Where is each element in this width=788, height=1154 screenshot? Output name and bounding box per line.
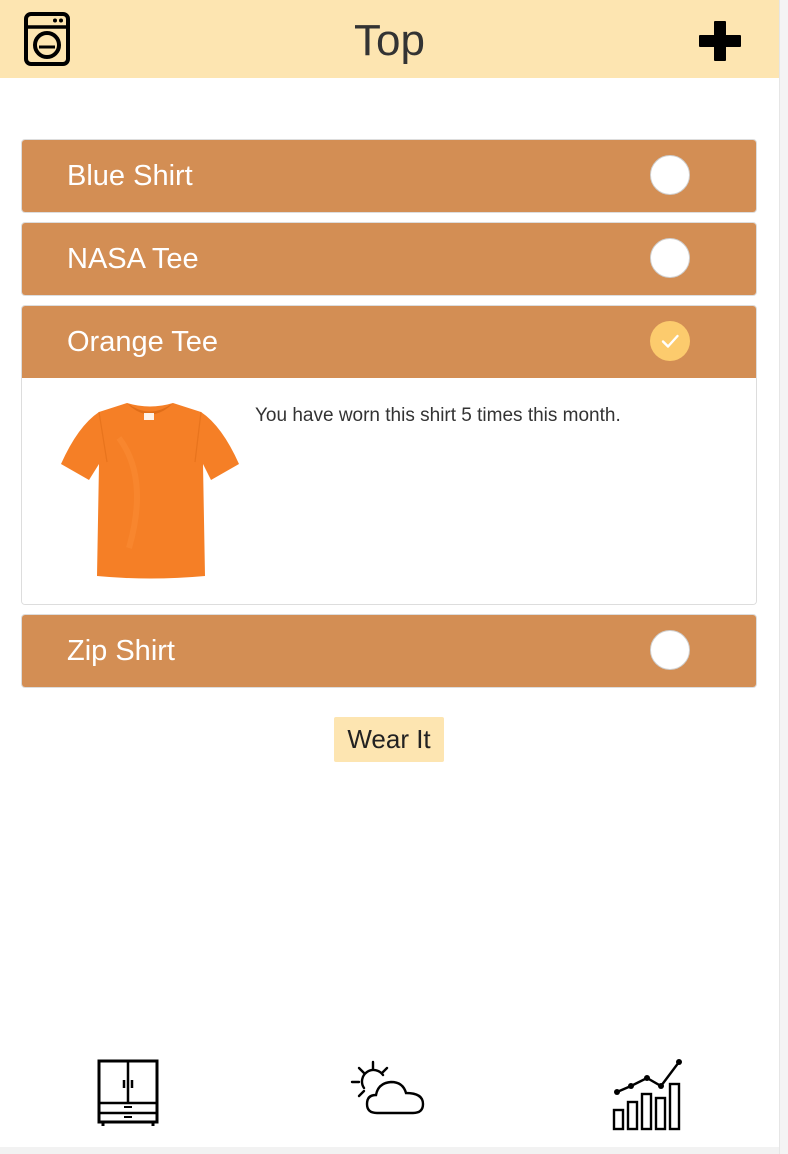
wear-it-button[interactable]: Wear It [334, 717, 444, 762]
select-radio[interactable] [650, 155, 690, 195]
nav-weather-button[interactable] [347, 1058, 429, 1122]
item-name: NASA Tee [67, 243, 199, 275]
wardrobe-icon [97, 1059, 159, 1126]
list-item: Blue Shirt [21, 139, 757, 213]
nav-stats-button[interactable] [611, 1056, 687, 1132]
select-radio[interactable] [650, 630, 690, 670]
stats-chart-icon [612, 1059, 682, 1131]
item-name: Zip Shirt [67, 635, 175, 667]
clothing-list: Blue Shirt NASA Tee Orange Tee You have … [21, 139, 757, 697]
weather-icon [350, 1060, 425, 1115]
wear-count-text: You have worn this shirt 5 times this mo… [255, 405, 621, 426]
item-header[interactable]: Zip Shirt [22, 615, 756, 687]
header-bar: Top [0, 0, 779, 78]
scrollbar-track[interactable] [779, 0, 788, 1154]
list-item: Zip Shirt [21, 614, 757, 688]
list-item: NASA Tee [21, 222, 757, 296]
item-header[interactable]: NASA Tee [22, 223, 756, 295]
nav-wardrobe-button[interactable] [97, 1058, 159, 1128]
app-screen: Top Blue Shirt NASA Tee Orange Tee You h… [0, 0, 779, 1147]
select-radio[interactable] [650, 238, 690, 278]
page-title: Top [354, 16, 425, 65]
item-header[interactable]: Blue Shirt [22, 140, 756, 212]
orange-tshirt-image [61, 403, 239, 579]
checkmark-icon [661, 334, 679, 348]
plus-icon [699, 21, 741, 61]
item-details: You have worn this shirt 5 times this mo… [22, 378, 756, 604]
item-header[interactable]: Orange Tee [22, 306, 756, 378]
item-name: Orange Tee [67, 326, 219, 358]
list-item: Orange Tee You have worn this shirt 5 ti… [21, 305, 757, 605]
add-item-button[interactable] [696, 18, 744, 64]
item-name: Blue Shirt [67, 160, 193, 192]
select-radio-checked[interactable] [650, 321, 690, 361]
